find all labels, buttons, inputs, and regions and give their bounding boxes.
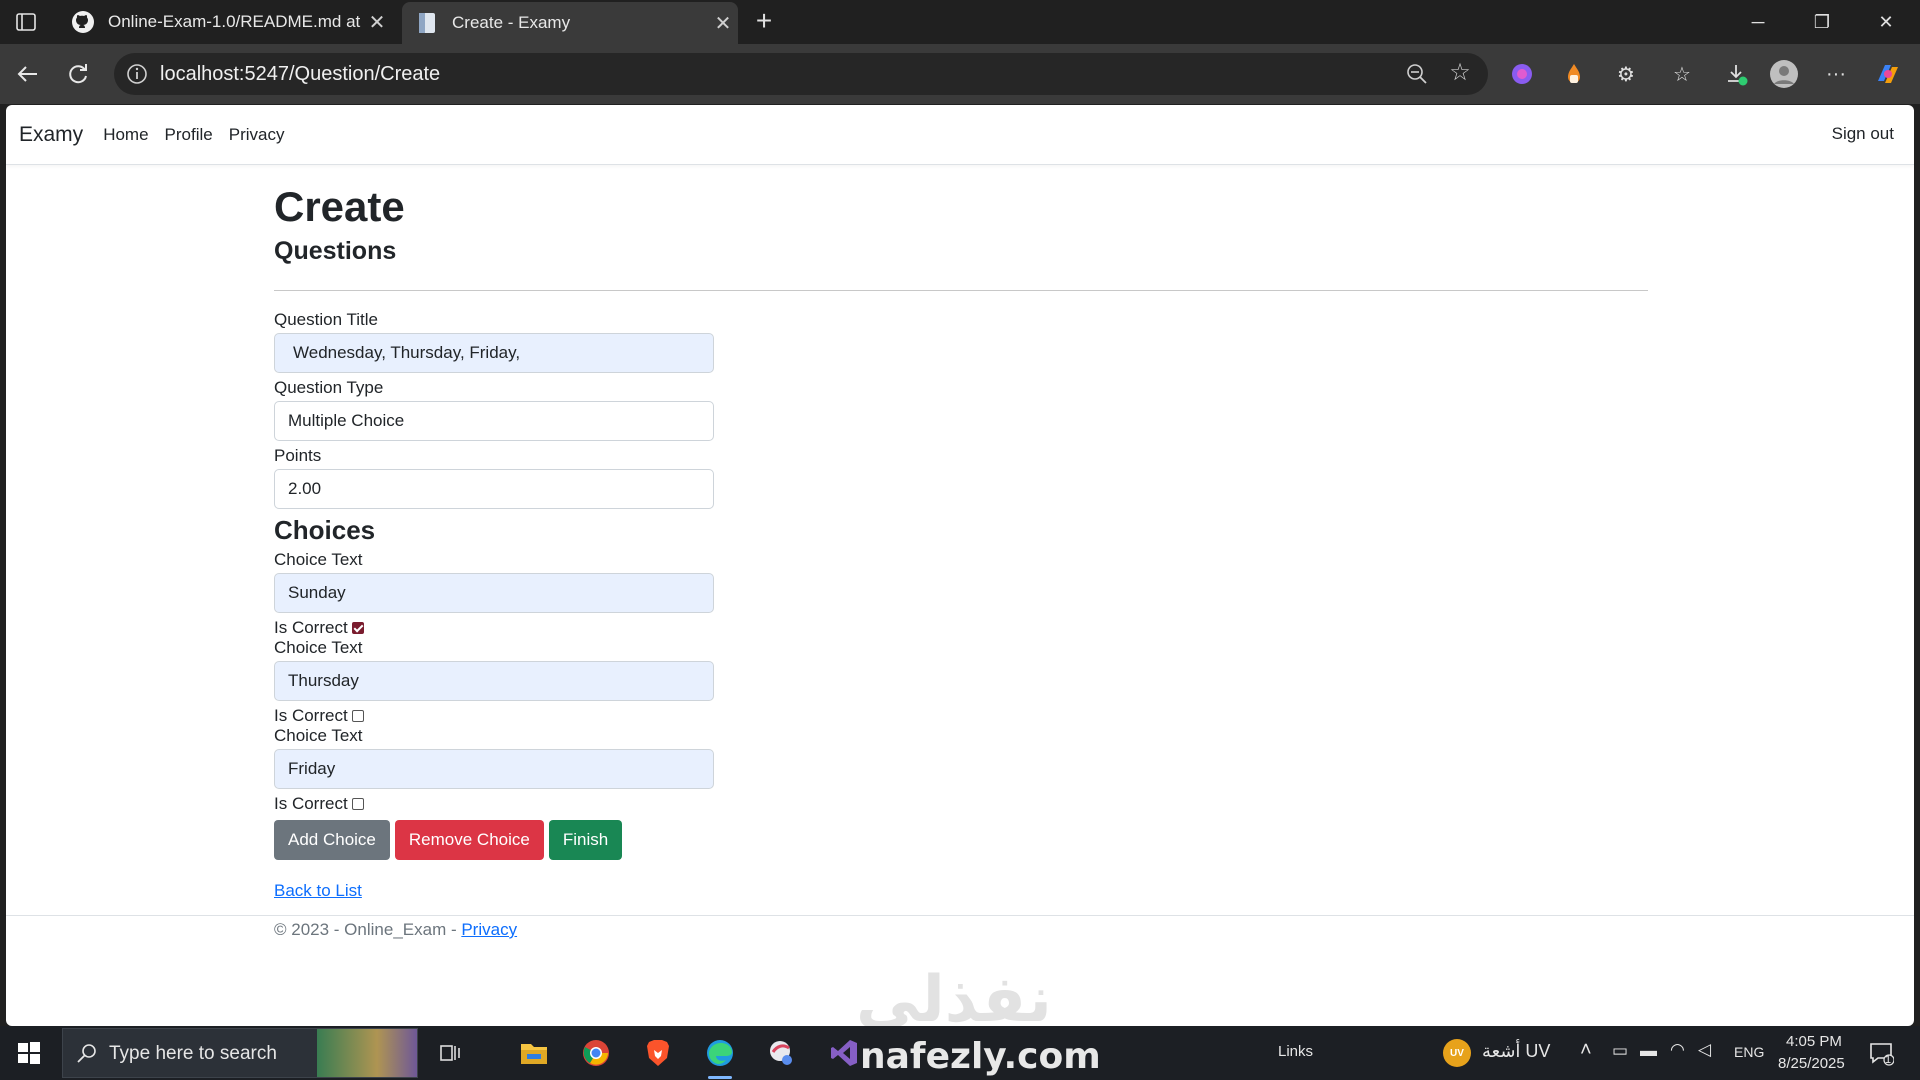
remove-choice-button[interactable]: Remove Choice xyxy=(394,820,544,860)
snipping-tool-icon[interactable] xyxy=(762,1033,802,1073)
choice-text-label: Choice Text xyxy=(274,638,363,657)
copilot-icon[interactable] xyxy=(1872,58,1904,90)
choice-text-label: Choice Text xyxy=(274,550,363,569)
footer-copyright: © 2023 - Online_Exam - xyxy=(274,920,462,939)
is-correct-label: Is Correct xyxy=(274,618,348,637)
sign-out-link[interactable]: Sign out xyxy=(1832,124,1894,144)
clock-date[interactable]: 8/25/2025 xyxy=(1778,1055,1845,1072)
show-hidden-icons-icon[interactable]: ˄ xyxy=(1580,1039,1592,1062)
is-correct-checkbox[interactable] xyxy=(351,622,364,634)
close-window-icon[interactable]: ✕ xyxy=(1854,0,1918,44)
tab-title: Create - Examy xyxy=(452,13,571,32)
nav-home[interactable]: Home xyxy=(103,125,148,145)
refresh-icon[interactable] xyxy=(60,56,96,92)
copilot-brain-icon[interactable] xyxy=(1506,58,1538,90)
is-correct-label: Is Correct xyxy=(274,794,348,813)
taskbar-search-box[interactable]: Type here to search xyxy=(62,1028,418,1078)
close-tab-icon[interactable]: ✕ xyxy=(708,11,738,36)
search-highlight-image xyxy=(317,1029,417,1077)
chrome-icon[interactable] xyxy=(576,1033,616,1073)
visual-studio-icon[interactable] xyxy=(824,1033,864,1073)
is-correct-checkbox[interactable] xyxy=(351,710,364,722)
edge-icon[interactable] xyxy=(700,1033,740,1079)
is-correct-checkbox[interactable] xyxy=(351,798,364,810)
new-tab-icon[interactable]: + xyxy=(748,6,780,38)
windows-start-icon[interactable] xyxy=(0,1026,58,1080)
tab-title: Online-Exam-1.0/README.md at xyxy=(108,12,361,31)
search-icon xyxy=(75,1041,99,1065)
site-brand[interactable]: Examy xyxy=(19,123,83,147)
watermark-site: nafezly.com xyxy=(860,1036,1101,1077)
footer-privacy-link[interactable]: Privacy xyxy=(461,920,517,939)
more-menu-icon[interactable]: ··· xyxy=(1820,58,1852,90)
divider xyxy=(274,290,1648,291)
page-icon xyxy=(414,10,440,36)
choices-heading: Choices xyxy=(274,515,376,545)
extension-drop-icon[interactable] xyxy=(1558,58,1590,90)
question-title-input[interactable]: Wednesday, Thursday, Friday, xyxy=(274,333,714,373)
site-info-icon[interactable] xyxy=(124,61,150,87)
question-type-label: Question Type xyxy=(274,378,384,397)
address-bar[interactable]: localhost:5247/Question/Create ☆ xyxy=(114,53,1488,95)
nav-profile[interactable]: Profile xyxy=(165,125,213,145)
restore-icon[interactable]: ❐ xyxy=(1790,0,1854,44)
choice-text-input[interactable]: Friday xyxy=(274,749,714,789)
back-to-list-link[interactable]: Back to List xyxy=(274,881,362,901)
browser-tab-bar: Online-Exam-1.0/README.md at ✕ Create - … xyxy=(0,0,1920,44)
wifi-icon[interactable]: ◠ xyxy=(1670,1040,1685,1060)
url-text: localhost:5247/Question/Create xyxy=(160,63,441,85)
choice-text-input[interactable]: Sunday xyxy=(274,573,714,613)
taskbar-links[interactable]: Links xyxy=(1278,1043,1313,1060)
meet-now-icon[interactable]: ▭ xyxy=(1612,1041,1628,1061)
finish-button[interactable]: Finish xyxy=(548,820,623,860)
browser-toolbar: localhost:5247/Question/Create ☆ ⚙ ☆ ··· xyxy=(0,44,1920,104)
page-subtitle: Questions xyxy=(274,237,397,265)
is-correct-row: Is Correct xyxy=(274,794,714,814)
question-type-input[interactable]: Multiple Choice xyxy=(274,401,714,441)
page-title: Create xyxy=(274,183,405,230)
minimize-icon[interactable]: ─ xyxy=(1726,0,1790,44)
notification-count: 1 xyxy=(1885,1054,1892,1066)
nav-privacy[interactable]: Privacy xyxy=(229,125,285,145)
clock-time[interactable]: 4:05 PM xyxy=(1786,1033,1842,1050)
downloads-icon[interactable] xyxy=(1720,58,1752,90)
volume-icon[interactable]: ◁ xyxy=(1698,1040,1711,1060)
zoom-out-icon[interactable] xyxy=(1404,61,1430,87)
file-explorer-icon[interactable] xyxy=(514,1033,554,1073)
main-content: Create Questions Question Title Wednesda… xyxy=(274,183,1648,901)
battery-icon[interactable]: ▬ xyxy=(1640,1041,1657,1061)
brave-icon[interactable] xyxy=(638,1033,678,1073)
is-correct-label: Is Correct xyxy=(274,706,348,725)
favorite-star-icon[interactable]: ☆ xyxy=(1446,59,1474,87)
weather-uv-icon[interactable]: UV xyxy=(1443,1039,1471,1067)
add-choice-button[interactable]: Add Choice xyxy=(274,820,390,860)
language-indicator[interactable]: ENG xyxy=(1734,1044,1764,1060)
question-title-label: Question Title xyxy=(274,310,378,329)
site-navbar: Examy Home Profile Privacy Sign out xyxy=(6,105,1914,165)
points-label: Points xyxy=(274,446,322,465)
choice-text-input[interactable]: Thursday xyxy=(274,661,714,701)
is-correct-row: Is Correct xyxy=(274,618,714,638)
github-icon xyxy=(70,9,96,35)
favorites-icon[interactable]: ☆ xyxy=(1666,58,1698,90)
weather-text[interactable]: أشعة UV xyxy=(1482,1041,1550,1062)
points-input[interactable]: 2.00 xyxy=(274,469,714,509)
question-form: Question Title Wednesday, Thursday, Frid… xyxy=(274,310,714,901)
watermark-arabic: نفذلي xyxy=(856,963,1052,1026)
tab-actions-icon[interactable] xyxy=(12,8,44,36)
is-correct-row: Is Correct xyxy=(274,706,714,726)
close-tab-icon[interactable]: ✕ xyxy=(362,10,392,35)
search-placeholder: Type here to search xyxy=(109,1043,277,1064)
choice-text-label: Choice Text xyxy=(274,726,363,745)
tab-github-readme[interactable]: Online-Exam-1.0/README.md at ✕ xyxy=(58,0,392,44)
profile-avatar-icon[interactable] xyxy=(1768,58,1800,90)
tab-create-examy[interactable]: Create - Examy ✕ xyxy=(402,2,738,44)
site-footer: © 2023 - Online_Exam - Privacy xyxy=(6,915,1914,939)
extensions-icon[interactable]: ⚙ xyxy=(1610,58,1642,90)
back-icon[interactable] xyxy=(10,56,46,92)
form-buttons: Add Choice Remove Choice Finish xyxy=(274,820,714,860)
web-page: Examy Home Profile Privacy Sign out Crea… xyxy=(6,105,1914,1026)
task-view-icon[interactable] xyxy=(430,1033,470,1073)
footer-text: © 2023 - Online_Exam - Privacy xyxy=(274,920,517,940)
